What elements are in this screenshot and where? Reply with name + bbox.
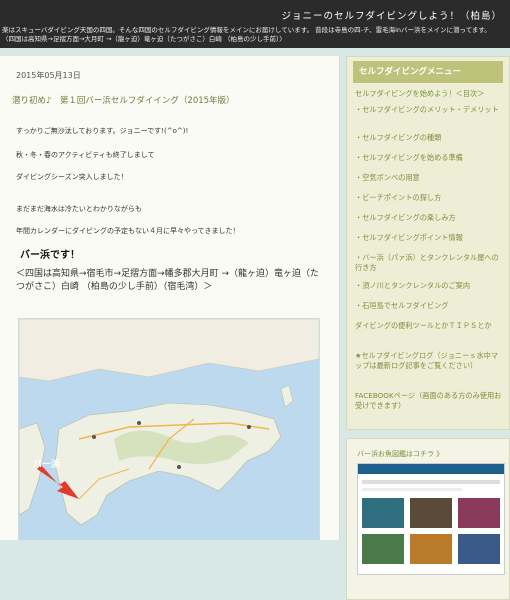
sidebar-item-merits[interactable]: ・セルフダイビングのメリット・デメリット <box>355 105 503 115</box>
post-column: 2015年05月13日 潜り初め♪ 第１回バー浜セルフダイイング（2015年版）… <box>0 56 340 540</box>
sidebar-item-sunokawa[interactable]: ・須ノ川とタンクレンタルのご案内 <box>355 281 503 291</box>
sidebar-menu-title: セルフダイビングメニュー <box>353 61 503 83</box>
sidebar-gallery: バー浜お魚図鑑はコチラ 》 <box>346 438 510 600</box>
sidebar-item-air-tank[interactable]: ・空気ボンベの用意 <box>355 173 503 183</box>
post-paragraph: すっかりご無沙汰しております。ジョニーです!(^o^)! <box>16 127 189 135</box>
site-header: ジョニーのセルフダイビングしよう！（柏島） 楽はスキューバダイビング天国の四国。… <box>0 0 510 48</box>
post-date: 2015年05月13日 <box>16 71 81 80</box>
header-divider <box>0 48 510 56</box>
gallery-link[interactable]: バー浜お魚図鑑はコチラ 》 <box>357 449 443 459</box>
sidebar-item-intro[interactable]: セルフダイビングを始めよう！＜目次＞ <box>355 89 503 99</box>
sidebar-item-ishigaki[interactable]: ・石垣島でセルフダイビング <box>355 301 503 311</box>
post-title[interactable]: 潜り初め♪ 第１回バー浜セルフダイイング（2015年版） <box>12 94 235 106</box>
site-description: 楽はスキューバダイビング天国の四国。そんな四国のセルフダイビング情報をメインにお… <box>2 26 491 43</box>
post-paragraph: 年間カレンダーにダイビングの予定もない４月に早々やってきました！ <box>16 227 240 235</box>
post-location: ＜四国は高知県→宿毛市→足摺方面→幡多郡大月町 →（龍ヶ迫）竜ヶ迫（たつがさこ）… <box>16 269 320 292</box>
post-subheading: バー浜です！ <box>20 250 80 261</box>
site-title[interactable]: ジョニーのセルフダイビングしよう！（柏島） <box>281 8 502 22</box>
sidebar-item-log[interactable]: ★セルフダイビングログ（ジョニーｓ水中マップは最新ログ記事をご覧ください） <box>355 351 503 371</box>
sidebar-item-bar-hama[interactable]: ・バー浜（パァ浜）とタンクレンタル屋への行き方 <box>355 253 503 273</box>
sidebar-item-facebook[interactable]: FACEBOOKページ（画面のある方のみ使用お受けできます） <box>355 391 503 411</box>
sidebar-item-point-info[interactable]: ・セルフダイビングポイント情報 <box>355 233 503 243</box>
post-paragraph: 秋・冬・春のアクティビティも終了しまして <box>16 151 155 159</box>
post-paragraph: まだまだ海水は冷たいとわかりながらも <box>16 205 142 213</box>
sidebar-item-beach-points[interactable]: ・ビーチポイントの探し方 <box>355 193 503 203</box>
gallery-thumbnail[interactable] <box>357 463 505 575</box>
sidebar-item-enjoy[interactable]: ・セルフダイビングの楽しみ方 <box>355 213 503 223</box>
shikoku-map-graphic: バー浜 <box>19 319 319 540</box>
map-image[interactable]: バー浜 <box>18 318 320 540</box>
sidebar-item-preparation[interactable]: ・セルフダイビングを始める準備 <box>355 153 503 163</box>
sidebar-menu: セルフダイビングメニュー セルフダイビングを始めよう！＜目次＞ ・セルフダイビン… <box>346 56 510 430</box>
sidebar-item-tips[interactable]: ダイビングの便利ツールとかＴＩＰＳとか <box>355 321 503 331</box>
map-arrow-label: バー浜 <box>33 458 60 470</box>
post-paragraph: ダイビングシーズン突入しました！ <box>16 173 128 181</box>
sidebar-item-types[interactable]: ・セルフダイビングの種類 <box>355 133 503 143</box>
gallery-thumbnail-graphic <box>358 464 504 564</box>
